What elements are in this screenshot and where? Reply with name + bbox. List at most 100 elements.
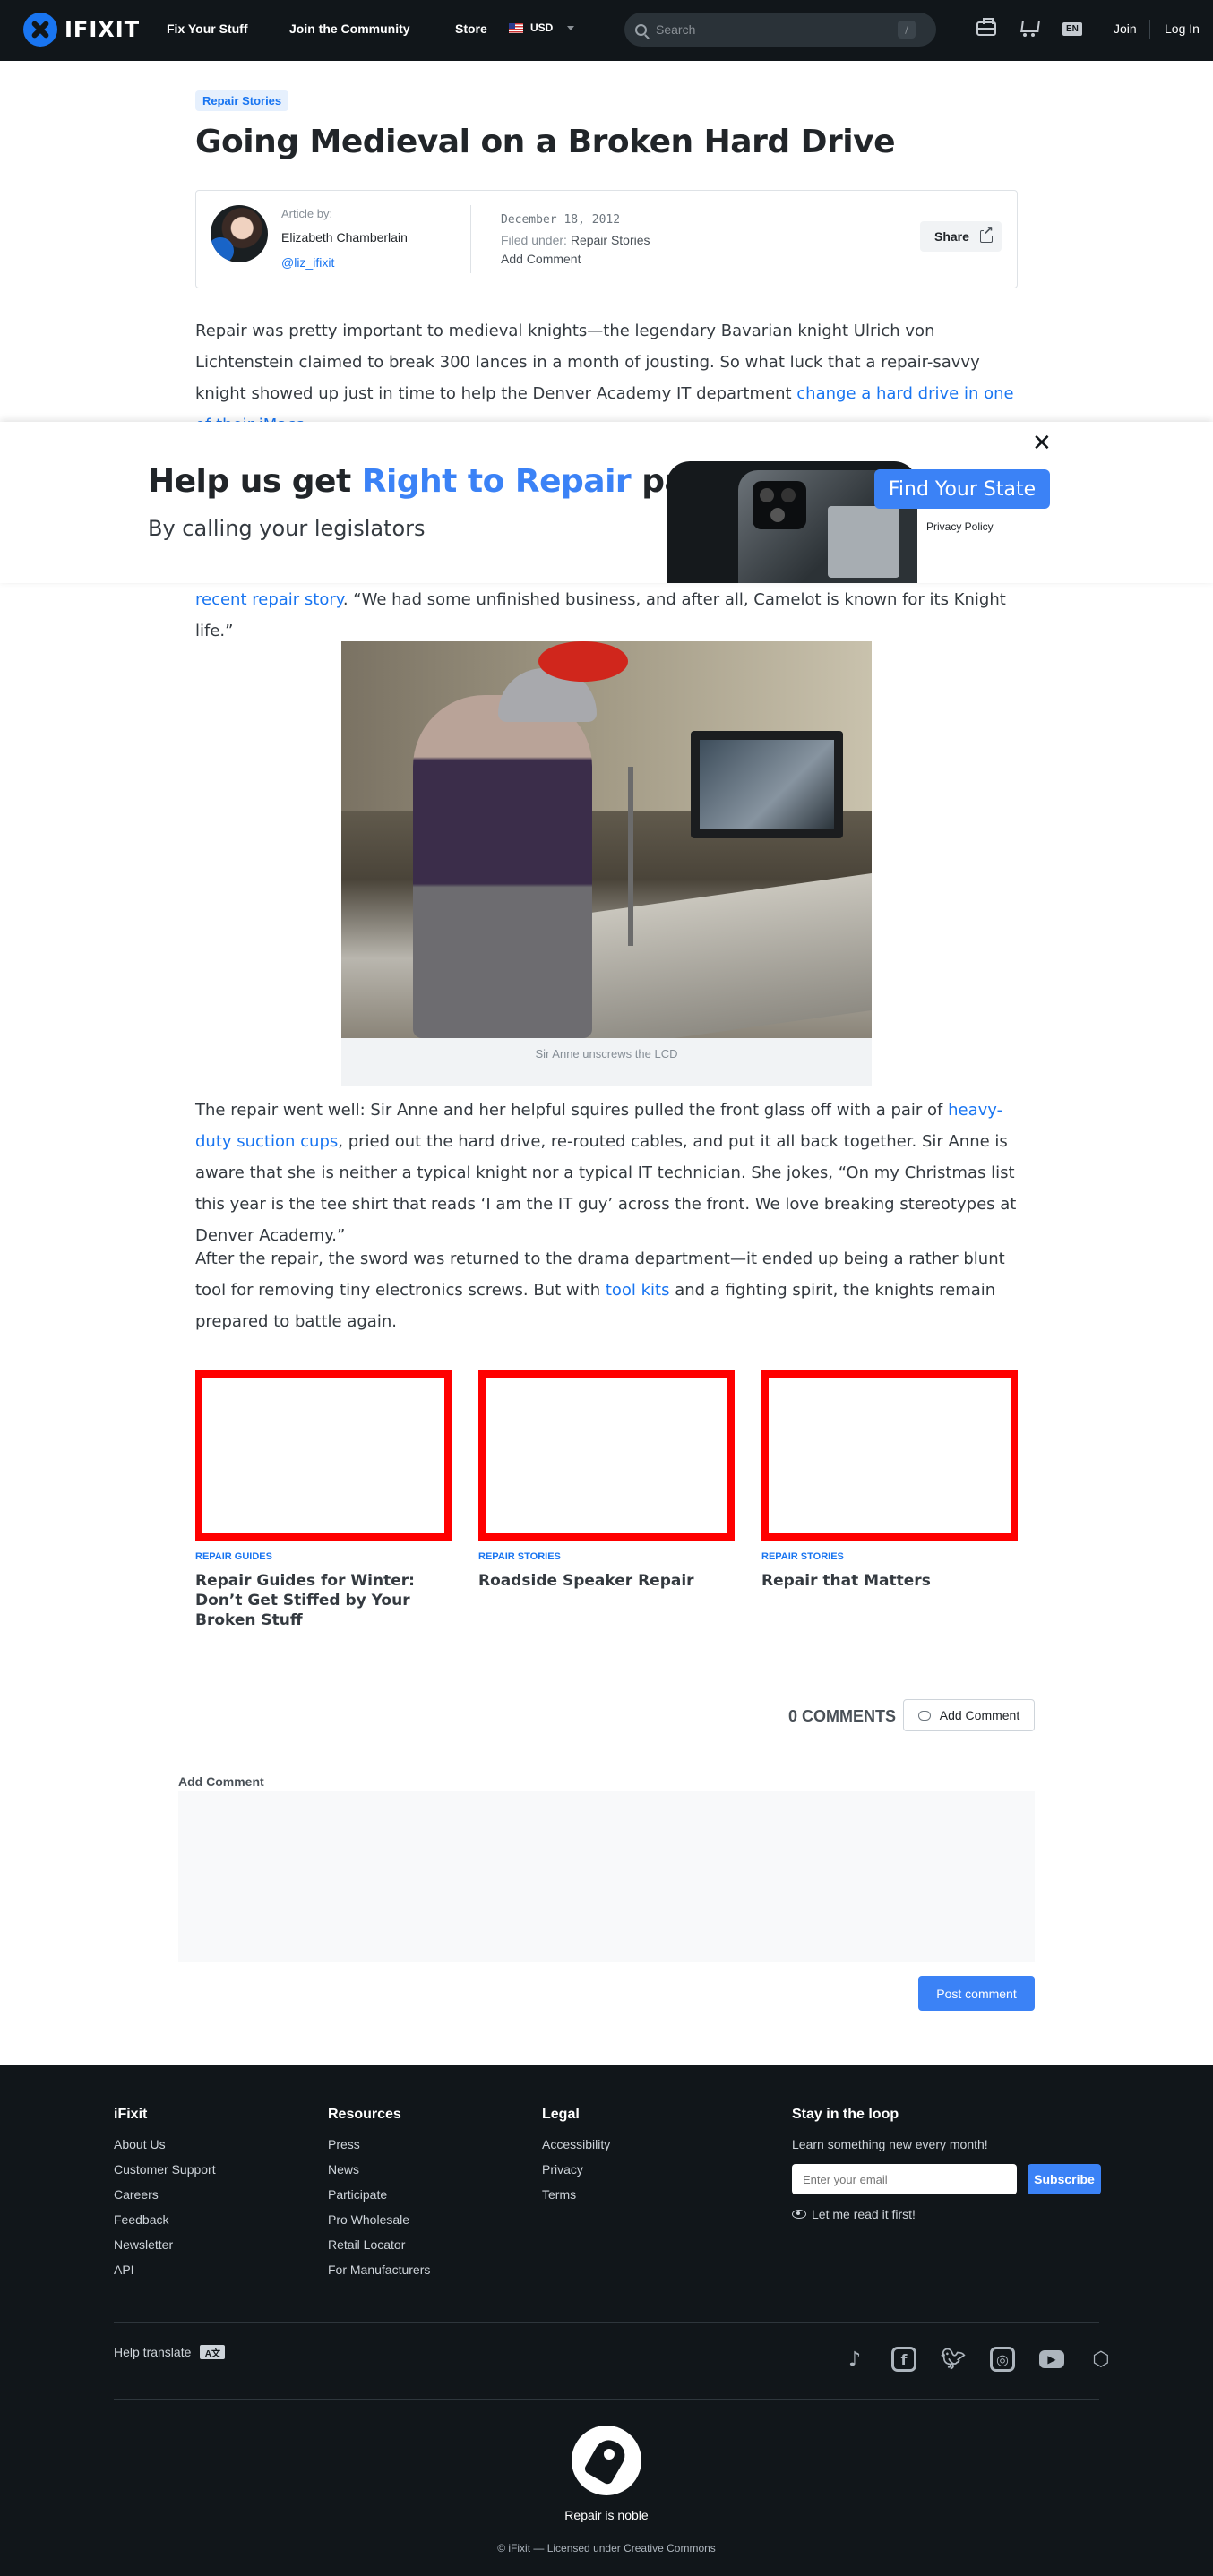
newsletter-text: Learn something new every month! [792, 2137, 988, 2151]
byline-add-comment-link[interactable]: Add Comment [501, 252, 581, 266]
footer-link[interactable]: Participate [328, 2187, 430, 2212]
footer-link[interactable]: Terms [542, 2187, 610, 2212]
footer-link[interactable]: News [328, 2162, 430, 2187]
related-card[interactable]: REPAIR GUIDES Repair Guides for Winter: … [195, 1370, 452, 1630]
nav-fix-your-stuff[interactable]: Fix Your Stuff [167, 21, 247, 36]
post-comment-button[interactable]: Post comment [918, 1976, 1035, 2011]
find-your-state-button[interactable]: Find Your State [874, 469, 1050, 509]
footer-heading: Resources [328, 2107, 401, 2122]
facebook-icon[interactable]: f [891, 2347, 916, 2372]
share-label: Share [934, 229, 969, 244]
author-label: Article by: [281, 207, 333, 220]
close-icon[interactable]: ✕ [1032, 432, 1052, 455]
language-selector[interactable]: EN [1062, 22, 1082, 36]
translate-icon: A文 [200, 2345, 226, 2359]
knight-repair-photo[interactable] [341, 641, 872, 1038]
author-avatar[interactable] [211, 205, 268, 262]
share-button[interactable]: Share [920, 221, 1002, 252]
tiktok-icon[interactable]: ♪ [842, 2347, 867, 2372]
footer-link[interactable]: Press [328, 2137, 430, 2162]
footer-link[interactable]: Newsletter [114, 2237, 216, 2263]
read-first-link[interactable]: Let me read it first! [792, 2207, 1017, 2221]
related-category[interactable]: REPAIR STORIES [761, 1551, 1018, 1562]
search-bar[interactable]: / [624, 13, 936, 47]
nav-store[interactable]: Store [455, 21, 487, 36]
footer-newsletter: Stay in the loop Learn something new eve… [792, 2107, 1101, 2221]
footer-heading: Legal [542, 2107, 580, 2122]
photo-monitor [691, 731, 843, 838]
p2-link-recent-repair-story[interactable]: recent repair story [195, 590, 343, 609]
footer-link[interactable]: Retail Locator [328, 2237, 430, 2263]
footer-link[interactable]: Customer Support [114, 2162, 216, 2187]
article-category-tag[interactable]: Repair Stories [195, 90, 289, 111]
footer-link[interactable]: Careers [114, 2187, 216, 2212]
banner-headline-highlight: Right to Repair [361, 463, 632, 500]
related-thumbnail[interactable] [478, 1370, 735, 1541]
search-input[interactable] [656, 22, 898, 37]
footer-link[interactable]: Pro Wholesale [328, 2212, 430, 2237]
footer-link[interactable]: About Us [114, 2137, 216, 2162]
add-comment-button[interactable]: Add Comment [903, 1699, 1035, 1731]
privacy-policy-link[interactable]: Privacy Policy [926, 520, 994, 533]
eye-icon [792, 2210, 806, 2219]
comment-icon [917, 1710, 931, 1721]
related-title[interactable]: Repair that Matters [761, 1571, 1018, 1591]
twitter-icon[interactable]: 🐦︎ [941, 2347, 966, 2372]
author-handle[interactable]: @liz_ifixit [281, 255, 334, 270]
instagram-icon[interactable]: ◎ [990, 2347, 1015, 2372]
related-thumbnail[interactable] [761, 1370, 1018, 1541]
social-links: ♪ f 🐦︎ ◎ ▶ ⬡ [842, 2347, 1114, 2372]
us-flag-icon [509, 22, 523, 33]
byline-divider [470, 205, 471, 273]
ifixit-logo-icon [23, 13, 57, 47]
figure-caption: Sir Anne unscrews the LCD [535, 1047, 678, 1060]
currency-selector[interactable]: USD [509, 21, 575, 34]
article-title: Going Medieval on a Broken Hard Drive [195, 124, 896, 160]
help-translate-link[interactable]: Help translate A文 [114, 2345, 226, 2359]
newsletter-form: Subscribe [792, 2164, 1101, 2194]
related-card[interactable]: REPAIR STORIES Roadside Speaker Repair [478, 1370, 735, 1591]
cart-icon[interactable] [1019, 20, 1038, 38]
footer-link[interactable]: API [114, 2263, 216, 2288]
related-title[interactable]: Repair Guides for Winter: Don’t Get Stif… [195, 1571, 452, 1630]
footer-link[interactable]: For Manufacturers [328, 2263, 430, 2288]
ifixit-logo[interactable]: IFIXIT [23, 13, 140, 47]
related-category[interactable]: REPAIR GUIDES [195, 1551, 452, 1562]
p3-text-a: The repair went well: Sir Anne and her h… [195, 1101, 949, 1120]
p4-link-tool-kits[interactable]: tool kits [606, 1281, 670, 1300]
comment-textarea[interactable] [178, 1791, 1035, 1962]
hive-icon[interactable]: ⬡ [1088, 2347, 1114, 2372]
chevron-down-icon [567, 25, 575, 30]
photo-sword [628, 767, 633, 946]
comments-count: 0 COMMENTS [788, 1707, 897, 1725]
nav-join-community[interactable]: Join the Community [289, 21, 410, 36]
camera-module [753, 481, 806, 529]
footer-link[interactable]: Accessibility [542, 2137, 610, 2162]
footer-col-resources: Resources Press News Participate Pro Who… [328, 2107, 430, 2288]
filed-under-link[interactable]: Repair Stories [571, 233, 650, 247]
footer-link[interactable]: Feedback [114, 2212, 216, 2237]
article-figure: Sir Anne unscrews the LCD [341, 641, 872, 1086]
footer-link[interactable]: Privacy [542, 2162, 610, 2187]
filed-under: Filed under: Repair Stories [501, 233, 650, 247]
author-name[interactable]: Elizabeth Chamberlain [281, 230, 408, 245]
youtube-icon[interactable]: ▶ [1039, 2350, 1064, 2368]
article-paragraph-2: recent repair story. “We had some unfini… [195, 584, 1018, 647]
footer: iFixit About Us Customer Support Careers… [0, 2065, 1213, 2576]
footer-license: © iFixit — Licensed under Creative Commo… [497, 2542, 716, 2555]
join-link[interactable]: Join [1114, 21, 1137, 36]
subscribe-button[interactable]: Subscribe [1028, 2164, 1101, 2194]
login-link[interactable]: Log In [1165, 21, 1200, 36]
byline-box: Article by: Elizabeth Chamberlain @liz_i… [195, 190, 1018, 288]
currency-label: USD [530, 21, 554, 34]
toolbox-icon[interactable] [976, 18, 996, 36]
nav-divider [1149, 20, 1150, 39]
related-thumbnail[interactable] [195, 1370, 452, 1541]
photo-plume [538, 641, 628, 682]
related-card[interactable]: REPAIR STORIES Repair that Matters [761, 1370, 1018, 1591]
related-title[interactable]: Roadside Speaker Repair [478, 1571, 735, 1591]
related-category[interactable]: REPAIR STORIES [478, 1551, 735, 1562]
footer-heading: iFixit [114, 2107, 148, 2122]
article-date: December 18, 2012 [501, 213, 621, 227]
newsletter-email-input[interactable] [792, 2164, 1017, 2194]
